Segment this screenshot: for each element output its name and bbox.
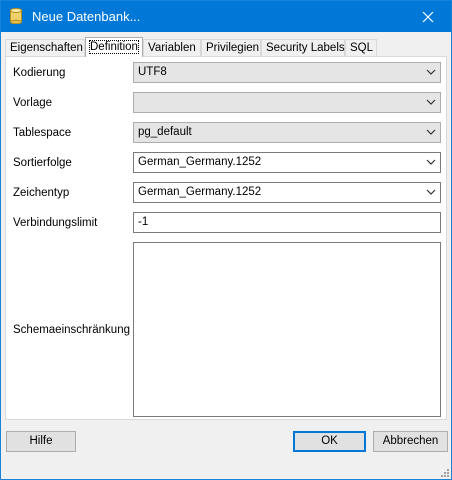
chevron-down-icon [426, 129, 436, 135]
tab-privilegien[interactable]: Privilegien [201, 39, 261, 56]
ctype-combobox[interactable]: German_Germany.1252 [133, 182, 441, 203]
ctype-label: Zeichentyp [13, 187, 70, 199]
encoding-label: Kodierung [13, 67, 66, 79]
resize-grip-icon[interactable] [439, 467, 449, 477]
tab-security-labels[interactable]: Security Labels [261, 39, 345, 56]
encoding-value: UTF8 [138, 66, 167, 78]
chevron-down-icon[interactable] [426, 158, 436, 166]
cancel-button[interactable]: Abbrechen [373, 431, 448, 452]
schema-restriction-label: Schemaeinschränkung [13, 324, 130, 336]
chevron-down-icon[interactable] [426, 188, 436, 196]
help-button-label: Hilfe [29, 435, 53, 447]
template-label: Vorlage [13, 97, 53, 109]
chevron-down-icon [426, 99, 436, 105]
collation-combobox[interactable]: German_Germany.1252 [133, 152, 441, 173]
cancel-button-label: Abbrechen [382, 435, 439, 447]
tab-sql[interactable]: SQL [345, 39, 377, 56]
tablespace-label: Tablespace [13, 127, 72, 139]
collation-value: German_Germany.1252 [138, 156, 262, 168]
tab-label: Definition [89, 40, 139, 54]
template-dropdown[interactable] [133, 92, 441, 113]
tab-strip: Eigenschaften Definition Variablen Privi… [5, 37, 445, 57]
connlimit-input[interactable]: -1 [133, 212, 441, 233]
ctype-value: German_Germany.1252 [138, 186, 262, 198]
ok-button[interactable]: OK [293, 431, 366, 452]
tab-definition[interactable]: Definition [85, 37, 143, 57]
tab-label: SQL [350, 42, 374, 54]
collation-label: Sortierfolge [13, 157, 72, 169]
connlimit-label: Verbindungslimit [13, 217, 98, 229]
encoding-dropdown[interactable]: UTF8 [133, 62, 441, 83]
tablespace-dropdown[interactable]: pg_default [133, 122, 441, 143]
schema-restriction-textarea[interactable] [133, 242, 441, 417]
tab-eigenschaften[interactable]: Eigenschaften [5, 39, 85, 56]
tab-label: Variablen [148, 42, 196, 54]
definition-panel: Kodierung UTF8 Vorlage Tablespace pg_def… [5, 56, 447, 420]
tab-label: Privilegien [206, 42, 260, 54]
tablespace-value: pg_default [138, 126, 192, 138]
close-button[interactable] [405, 1, 451, 32]
ok-button-label: OK [321, 435, 338, 447]
database-icon [10, 8, 22, 24]
tab-label: Security Labels [266, 42, 345, 54]
help-button[interactable]: Hilfe [6, 431, 76, 452]
window-title: Neue Datenbank... [32, 9, 141, 24]
tab-variablen[interactable]: Variablen [143, 39, 201, 56]
title-bar[interactable]: Neue Datenbank... [1, 1, 451, 32]
chevron-down-icon [426, 69, 436, 75]
dialog-window: Neue Datenbank... Eigenschaften Definiti… [0, 0, 452, 480]
tab-label: Eigenschaften [10, 42, 83, 54]
close-icon [422, 11, 434, 22]
